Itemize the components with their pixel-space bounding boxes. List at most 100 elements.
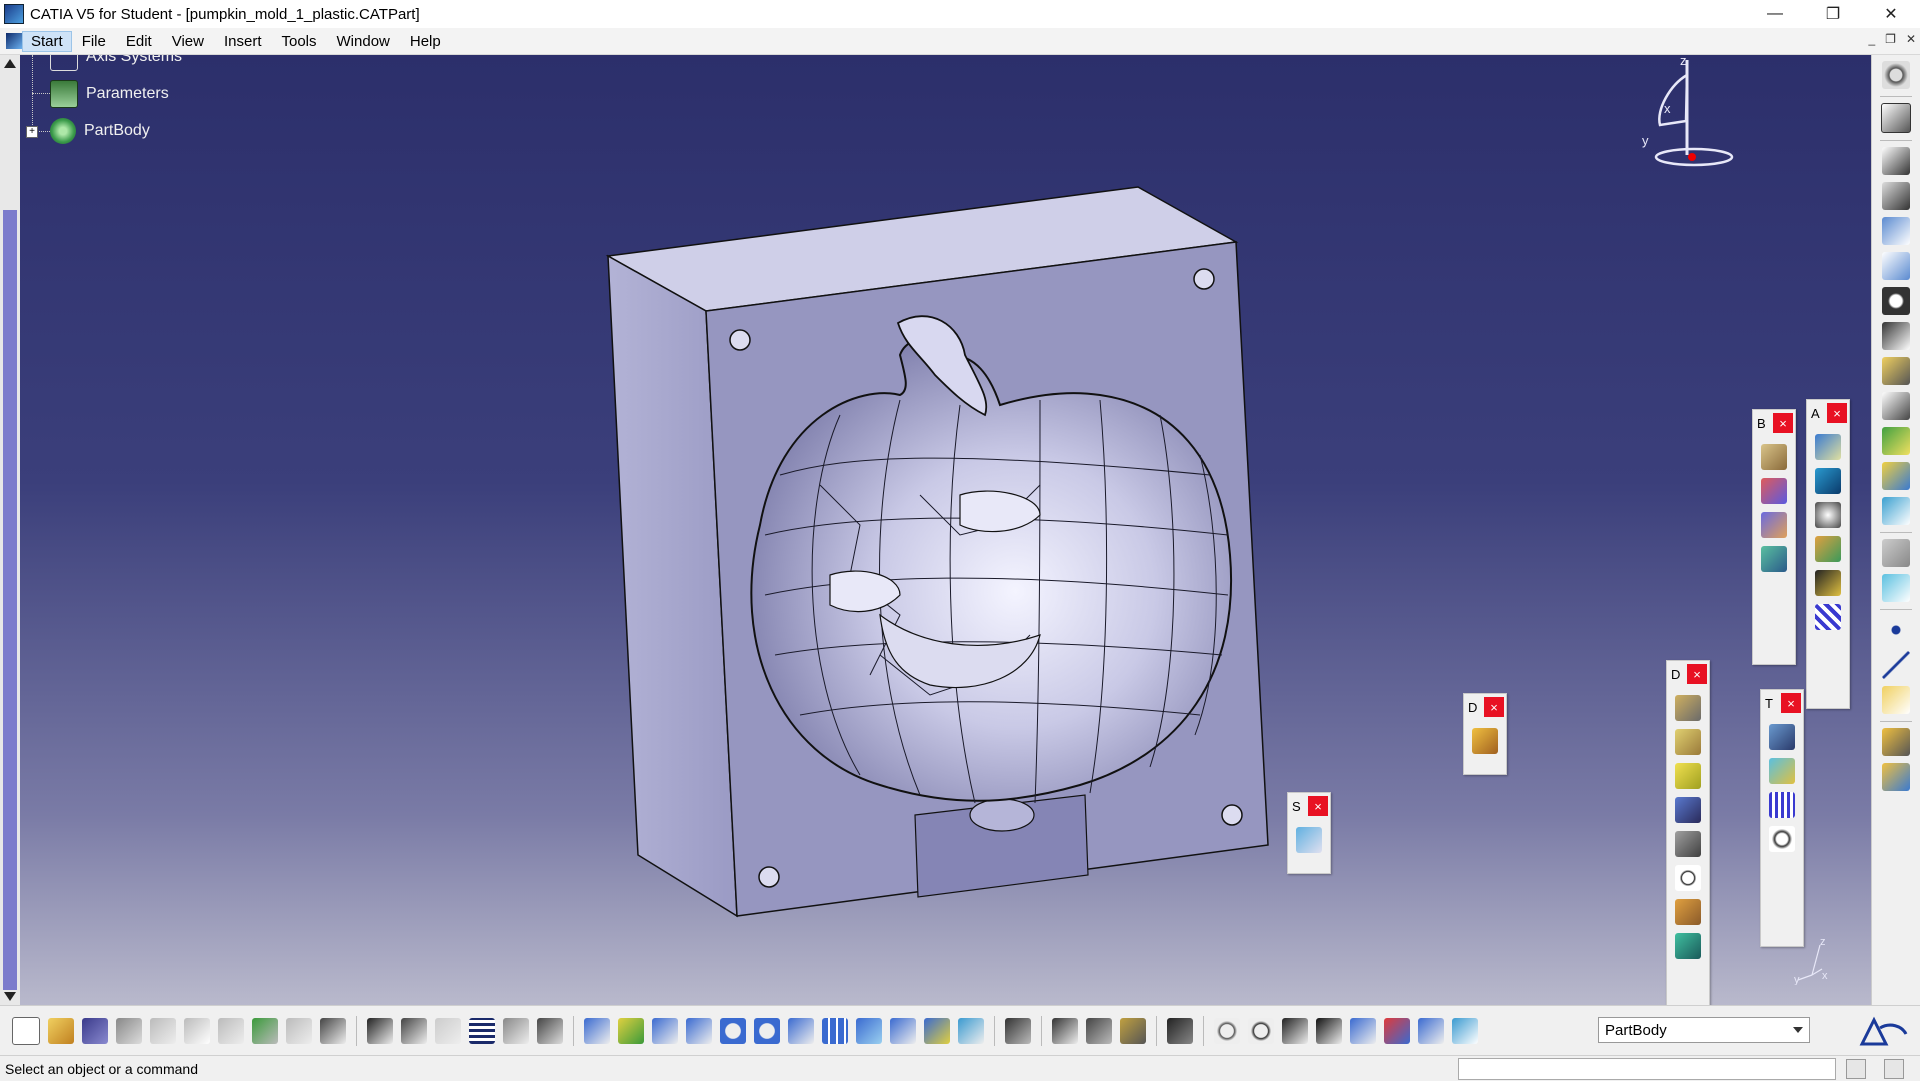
stiffener-icon[interactable] xyxy=(1882,392,1910,420)
close-toolbar-button[interactable]: × xyxy=(1687,664,1707,684)
doc-restore-button[interactable]: ❐ xyxy=(1885,32,1896,46)
save-icon[interactable] xyxy=(82,1018,108,1044)
copy-icon[interactable] xyxy=(184,1018,210,1044)
doc-minimize-button[interactable]: _ xyxy=(1868,32,1875,46)
compass-widget[interactable]: z x y xyxy=(1642,55,1752,195)
current-body-select[interactable]: PartBody xyxy=(1598,1017,1810,1043)
menu-insert[interactable]: Insert xyxy=(214,33,272,50)
menu-file[interactable]: File xyxy=(72,33,116,50)
manipulate-icon[interactable] xyxy=(1248,1018,1274,1044)
history-icon[interactable] xyxy=(1884,1059,1904,1079)
menu-view[interactable]: View xyxy=(162,33,214,50)
new-icon[interactable] xyxy=(12,1017,40,1045)
undo-icon[interactable] xyxy=(252,1018,278,1044)
close-toolbar-button[interactable]: × xyxy=(1773,413,1793,433)
axis-system-icon[interactable] xyxy=(1282,1018,1308,1044)
sphere-icon[interactable] xyxy=(1815,502,1841,528)
capture-icon[interactable] xyxy=(1167,1018,1193,1044)
scale-icon[interactable] xyxy=(1769,826,1795,852)
menu-tools[interactable]: Tools xyxy=(271,33,326,50)
open-icon[interactable] xyxy=(48,1018,74,1044)
normal-view-icon[interactable] xyxy=(788,1018,814,1044)
reference-elements-icon[interactable] xyxy=(1882,539,1910,567)
shading-icon[interactable] xyxy=(890,1018,916,1044)
start-menu-icon[interactable] xyxy=(6,33,22,49)
measure-icon[interactable] xyxy=(1815,570,1841,596)
close-window-button[interactable]: ✕ xyxy=(1862,0,1920,28)
toolbar-analysis[interactable]: A × xyxy=(1806,399,1850,709)
mold-part-geometry[interactable] xyxy=(0,55,1872,1005)
apply-material-icon[interactable] xyxy=(1120,1018,1146,1044)
thread-icon[interactable] xyxy=(1675,831,1701,857)
hide-show-icon[interactable] xyxy=(924,1018,950,1044)
close-toolbar-button[interactable]: × xyxy=(1308,796,1328,816)
gear-icon[interactable] xyxy=(1882,61,1910,89)
stop-icon[interactable] xyxy=(1846,1059,1866,1079)
pocket-icon[interactable] xyxy=(1882,182,1910,210)
eraser-icon[interactable] xyxy=(1296,827,1322,853)
thick-surface-icon[interactable] xyxy=(1882,497,1910,525)
update-icon[interactable] xyxy=(1214,1018,1240,1044)
multi-view-icon[interactable] xyxy=(822,1018,848,1044)
layer-icon[interactable] xyxy=(1815,536,1841,562)
menu-start[interactable]: Start xyxy=(22,30,72,52)
toolbar-d-small[interactable]: D × xyxy=(1463,693,1507,775)
toolbar-dressup[interactable]: D × xyxy=(1666,660,1710,1005)
rotate-icon[interactable] xyxy=(686,1018,712,1044)
point-icon[interactable] xyxy=(1882,616,1910,644)
close-toolbar-button[interactable]: × xyxy=(1827,403,1847,423)
pattern-grid-icon[interactable] xyxy=(1769,792,1795,818)
swap-visible-space-icon[interactable] xyxy=(958,1018,984,1044)
law-icon[interactable] xyxy=(537,1018,563,1044)
grid-icon[interactable] xyxy=(1316,1018,1342,1044)
fillet-icon[interactable] xyxy=(1675,729,1701,755)
remove-lump-icon[interactable] xyxy=(1761,546,1787,572)
slot-icon[interactable] xyxy=(1882,357,1910,385)
hand-icon[interactable] xyxy=(1472,728,1498,754)
close-toolbar-button[interactable]: × xyxy=(1484,697,1504,717)
paste-icon[interactable] xyxy=(218,1018,244,1044)
pad-icon[interactable] xyxy=(1882,147,1910,175)
catalog-icon[interactable] xyxy=(503,1018,529,1044)
table-icon[interactable] xyxy=(1418,1018,1444,1044)
shaft-icon[interactable] xyxy=(1882,217,1910,245)
remove-face-icon[interactable] xyxy=(1675,865,1701,891)
layer-properties-icon[interactable] xyxy=(1882,763,1910,791)
fly-mode-icon[interactable] xyxy=(584,1018,610,1044)
instantiate-icon[interactable] xyxy=(1350,1018,1376,1044)
pattern-icon[interactable] xyxy=(1815,604,1841,630)
measure-item-icon[interactable] xyxy=(1052,1018,1078,1044)
assemble-icon[interactable] xyxy=(1761,444,1787,470)
intersect-icon[interactable] xyxy=(1761,512,1787,538)
part-body-icon[interactable] xyxy=(1452,1018,1478,1044)
menu-help[interactable]: Help xyxy=(400,33,451,50)
toolbar-boolean[interactable]: B × xyxy=(1752,409,1796,665)
toolbar-transformations[interactable]: T × xyxy=(1760,689,1804,947)
surface-icon[interactable] xyxy=(1815,468,1841,494)
menu-window[interactable]: Window xyxy=(327,33,400,50)
restore-button[interactable]: ❐ xyxy=(1804,0,1862,28)
reference-plane-icon[interactable] xyxy=(1882,686,1910,714)
doc-close-button[interactable]: ✕ xyxy=(1906,32,1916,46)
analysis-icon[interactable] xyxy=(1384,1018,1410,1044)
rib-icon[interactable] xyxy=(1882,322,1910,350)
fit-all-in-icon[interactable] xyxy=(618,1018,644,1044)
plane-icon[interactable] xyxy=(1882,574,1910,602)
apply-material-icon[interactable] xyxy=(1882,728,1910,756)
toolbar-s-small[interactable]: S × xyxy=(1287,792,1331,874)
formula-icon[interactable] xyxy=(367,1018,393,1044)
zoom-in-icon[interactable] xyxy=(720,1018,746,1044)
split-icon[interactable] xyxy=(1882,462,1910,490)
redo-icon[interactable] xyxy=(286,1018,312,1044)
parameter-icon[interactable] xyxy=(435,1018,461,1044)
isometric-view-icon[interactable] xyxy=(856,1018,882,1044)
shell-icon[interactable] xyxy=(1675,763,1701,789)
mirror-icon[interactable] xyxy=(1769,758,1795,784)
groove-icon[interactable] xyxy=(1882,252,1910,280)
hole-icon[interactable] xyxy=(1882,287,1910,315)
menu-edit[interactable]: Edit xyxy=(116,33,162,50)
measure-inertia-icon[interactable] xyxy=(1086,1018,1112,1044)
command-input[interactable] xyxy=(1458,1058,1836,1080)
zoom-out-icon[interactable] xyxy=(754,1018,780,1044)
pan-icon[interactable] xyxy=(652,1018,678,1044)
